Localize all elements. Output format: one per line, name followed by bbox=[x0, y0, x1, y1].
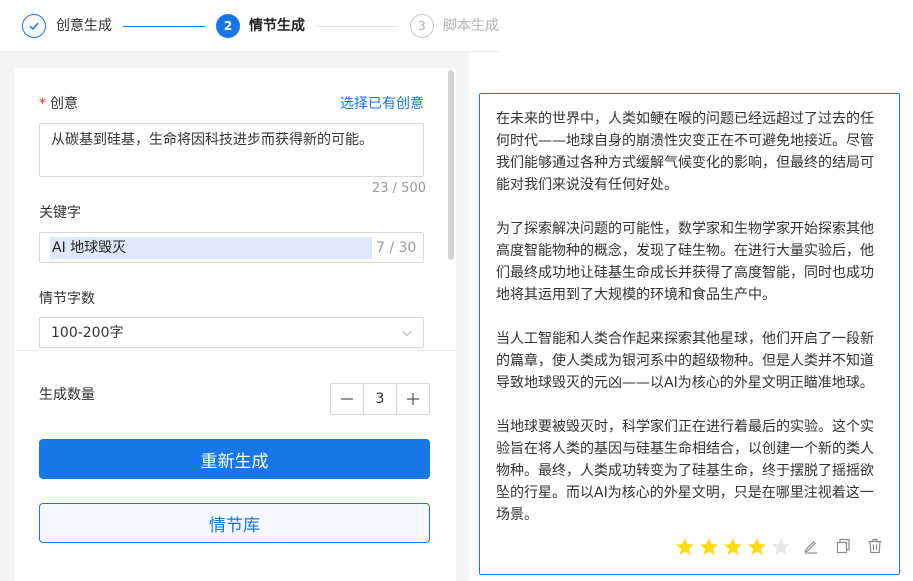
step-connector-1 bbox=[123, 26, 205, 27]
step-connector-2 bbox=[316, 26, 398, 27]
delete-icon[interactable] bbox=[866, 537, 884, 555]
plus-icon[interactable] bbox=[397, 384, 429, 414]
plot-paragraph: 在未来的世界中，人类如鲠在喉的问题已经远超过了过去的任何时代——地球自身的崩溃性… bbox=[496, 111, 874, 193]
word-count-value: 100-200字 bbox=[51, 325, 124, 341]
star-empty-icon[interactable] bbox=[770, 536, 792, 558]
step-3-label[interactable]: 脚本生成 bbox=[443, 16, 499, 36]
minus-icon[interactable] bbox=[331, 384, 363, 414]
word-count-select[interactable]: 100-200字 bbox=[39, 317, 424, 348]
form-scrollbar[interactable] bbox=[448, 70, 454, 260]
star-filled-icon[interactable] bbox=[722, 536, 744, 558]
idea-textarea[interactable]: 从碳基到硅基，生命将因科技进步而获得新的可能。 bbox=[39, 123, 424, 177]
copy-icon[interactable] bbox=[834, 537, 852, 555]
plot-library-button[interactable]: 情节库 bbox=[39, 503, 430, 543]
idea-char-counter: 23 / 500 bbox=[372, 181, 426, 196]
idea-label: * 创意 bbox=[39, 94, 78, 114]
result-actions bbox=[802, 537, 884, 555]
star-filled-icon[interactable] bbox=[698, 536, 720, 558]
idea-label-text: 创意 bbox=[50, 96, 78, 112]
progress-stepper: 创意生成 2 情节生成 3 脚本生成 bbox=[0, 0, 500, 52]
step-1-check-icon bbox=[22, 14, 46, 38]
section-divider bbox=[15, 350, 456, 351]
required-mark: * bbox=[39, 96, 46, 112]
rating-stars[interactable] bbox=[674, 536, 792, 558]
step-2-number: 2 bbox=[216, 14, 240, 38]
step-3-number: 3 bbox=[410, 14, 434, 38]
quantity-label: 生成数量 bbox=[39, 387, 95, 403]
star-filled-icon[interactable] bbox=[674, 536, 696, 558]
chevron-down-icon bbox=[402, 330, 412, 337]
keyword-label: 关键字 bbox=[39, 205, 81, 221]
regenerate-button[interactable]: 重新生成 bbox=[39, 439, 430, 479]
plot-result-card[interactable]: 在未来的世界中，人类如鲠在喉的问题已经远超过了过去的任何时代——地球自身的崩溃性… bbox=[479, 93, 900, 575]
plot-paragraph: 当人工智能和人类合作起来探索其他星球，他们开启了一段新的篇章，使人类成为银河系中… bbox=[496, 331, 874, 391]
step-1-label[interactable]: 创意生成 bbox=[56, 16, 112, 36]
quantity-value[interactable]: 3 bbox=[363, 384, 397, 414]
keyword-input-value: AI 地球毁灭 bbox=[50, 237, 372, 259]
plot-paragraph: 为了探索解决问题的可能性，数学家和生物学家开始探索其他高度智能物种的概念，发现了… bbox=[496, 221, 874, 303]
quantity-stepper[interactable]: 3 bbox=[330, 383, 430, 415]
keyword-char-counter: 7 / 30 bbox=[376, 240, 417, 256]
step-2-label[interactable]: 情节生成 bbox=[249, 16, 305, 36]
keyword-input[interactable]: AI 地球毁灭 bbox=[39, 232, 424, 263]
word-count-label: 情节字数 bbox=[39, 291, 95, 307]
edit-icon[interactable] bbox=[802, 537, 820, 555]
select-existing-idea-link[interactable]: 选择已有创意 bbox=[340, 94, 424, 114]
plot-result-text: 在未来的世界中，人类如鲠在喉的问题已经远超过了过去的任何时代——地球自身的崩溃性… bbox=[496, 108, 882, 526]
plot-paragraph: 当地球要被毁灭时，科学家们正在进行着最后的实验。这个实验旨在将人类的基因与硅基生… bbox=[496, 419, 874, 523]
star-filled-icon[interactable] bbox=[746, 536, 768, 558]
